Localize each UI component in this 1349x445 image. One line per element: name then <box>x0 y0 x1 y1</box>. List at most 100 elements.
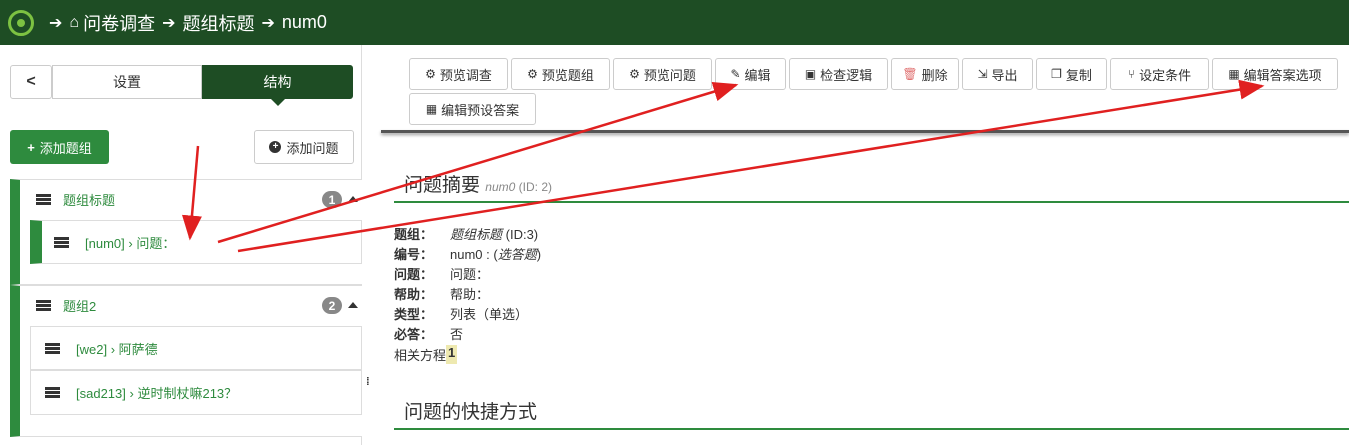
question-count-badge: 1 <box>322 191 342 208</box>
row-value: 题组标题 (ID:3) <box>450 224 538 243</box>
plus-circle-icon: + <box>269 141 282 153</box>
question-label[interactable]: [we2] › 阿萨德 <box>76 339 158 358</box>
row-value: 帮助： <box>450 287 490 302</box>
delete-button[interactable]: 🗑 删除 <box>891 58 959 90</box>
caret-up-icon[interactable] <box>348 196 358 202</box>
row-label: 编号： <box>394 247 434 262</box>
collapse-sidebar-button[interactable]: < <box>10 65 52 99</box>
preview-survey-label: 预览调查 <box>439 67 492 83</box>
edit-label: 编辑 <box>744 67 771 83</box>
preview-question-button[interactable]: ⚙ 预览问题 <box>613 58 712 90</box>
row-value: 问题： <box>450 267 490 282</box>
row-label: 类型： <box>394 307 434 322</box>
gear-icon: ⚙ <box>425 67 436 81</box>
toolbar-divider <box>381 130 1349 133</box>
question-code: [num0] <box>85 235 125 251</box>
list-item[interactable]: [sad213] › 逆时制杖嘛213？ <box>30 370 362 415</box>
summary-title-text: 问题摘要 <box>404 175 481 196</box>
sidebar: < 设置 结构 + 添加题组 + 添加问题 题组标题 1 [num0] › 问题… <box>0 45 362 445</box>
copy-icon: ❐ <box>1051 67 1062 81</box>
sidebar-resize-handle[interactable]: ⁞ <box>366 376 370 388</box>
summary-row-equation: 相关方程 1 <box>394 345 458 364</box>
grid-icon: ▦ <box>425 102 438 116</box>
row-label: 相关方程 <box>394 348 447 363</box>
check-logic-button[interactable]: ▣ 检查逻辑 <box>789 58 888 90</box>
summary-row-mandatory: 必答： 否 <box>394 324 463 343</box>
list-item[interactable]: [num0] › 问题： <box>30 220 362 264</box>
equation-value: 1 <box>446 345 458 364</box>
breadcrumb-group[interactable]: 题组标题 <box>182 10 254 36</box>
edit-answer-options-button[interactable]: ▦ 编辑答案选项 <box>1212 58 1338 90</box>
drag-handle-icon[interactable] <box>45 342 60 354</box>
preview-group-button[interactable]: ⚙ 预览题组 <box>511 58 610 90</box>
preview-survey-button[interactable]: ⚙ 预览调查 <box>409 58 508 90</box>
set-conditions-label: 设定条件 <box>1139 67 1192 83</box>
caret-up-icon[interactable] <box>348 302 358 308</box>
group-title[interactable]: 题组2 <box>63 296 96 315</box>
summary-row-type: 类型： 列表（单选） <box>394 304 528 323</box>
shortcuts-underline <box>394 428 1349 430</box>
drag-handle-icon[interactable] <box>45 387 60 398</box>
check-logic-icon: ▣ <box>804 67 817 81</box>
preview-group-label: 预览题组 <box>541 67 594 83</box>
shortcuts-title: 问题的快捷方式 <box>404 402 538 423</box>
list-item[interactable]: [we2] › 阿萨德 <box>30 326 362 370</box>
edit-default-answers-button[interactable]: ▦ 编辑预设答案 <box>409 93 536 125</box>
chevron-left-icon: < <box>26 73 36 90</box>
drag-handle-icon[interactable] <box>54 236 69 248</box>
plus-icon: + <box>27 139 35 155</box>
add-question-button[interactable]: + 添加问题 <box>254 130 354 164</box>
summary-subtitle: num0 (ID: 2) <box>485 180 552 194</box>
summary-underline <box>394 201 1349 203</box>
group-header[interactable]: 题组标题 1 <box>20 180 362 218</box>
row-label: 必答： <box>394 327 434 342</box>
preview-question-label: 预览问题 <box>643 67 696 83</box>
drag-handle-icon[interactable] <box>36 299 51 311</box>
drag-handle-icon[interactable] <box>36 193 51 205</box>
export-label: 导出 <box>991 67 1018 83</box>
export-button[interactable]: ⇲ 导出 <box>962 58 1033 90</box>
copy-button[interactable]: ❐ 复制 <box>1036 58 1107 90</box>
row-value: num0 : (选答题) <box>450 244 541 263</box>
add-group-label: 添加题组 <box>39 140 92 156</box>
tab-settings[interactable]: 设置 <box>52 65 202 99</box>
summary-row-group: 题组： 题组标题 (ID:3) <box>394 224 538 243</box>
group-header[interactable]: 题组2 2 <box>20 286 362 324</box>
row-value: 否 <box>450 327 464 342</box>
breadcrumb-arrow-icon: ➔ <box>261 14 275 32</box>
row-label: 问题： <box>394 267 434 282</box>
code-type: 选答题 <box>497 247 537 262</box>
home-icon[interactable]: ⌂ <box>69 14 79 32</box>
edit-button[interactable]: ✎ 编辑 <box>715 58 786 90</box>
question-separator: › <box>128 235 133 251</box>
summary-row-question: 问题： 问题： <box>394 264 489 283</box>
summary-row-code: 编号： num0 : (选答题) <box>394 244 541 263</box>
summary-title: 问题摘要 num0 (ID: 2) <box>404 170 552 197</box>
breadcrumb-survey[interactable]: 问卷调查 <box>83 10 155 36</box>
edit-answer-options-label: 编辑答案选项 <box>1243 67 1322 83</box>
gear-icon: ⚙ <box>527 67 538 81</box>
question-separator: › <box>129 386 134 401</box>
breadcrumb-question: num0 <box>281 12 327 32</box>
annotation-arrow-to-answer-options <box>237 79 1265 253</box>
app-logo-icon[interactable] <box>8 9 34 36</box>
grid-icon: ▦ <box>1228 67 1240 81</box>
question-group: 题组标题 1 [num0] › 问题： <box>10 179 362 285</box>
set-conditions-button[interactable]: ⑂ 设定条件 <box>1110 58 1209 90</box>
add-group-button[interactable]: + 添加题组 <box>10 130 109 164</box>
question-count-badge: 2 <box>322 297 342 314</box>
question-label[interactable]: [num0] › 问题： <box>85 233 175 252</box>
edit-default-answers-label: 编辑预设答案 <box>441 102 520 118</box>
group-title[interactable]: 题组标题 <box>63 190 115 209</box>
tab-structure[interactable]: 结构 <box>202 65 353 106</box>
row-value: 列表（单选） <box>450 307 529 322</box>
pencil-icon: ✎ <box>730 67 741 81</box>
check-logic-label: 检查逻辑 <box>820 67 873 83</box>
group-id: (ID:3) <box>505 227 539 242</box>
question-label[interactable]: [sad213] › 逆时制杖嘛213？ <box>76 383 237 402</box>
code-value: num0 : ( <box>450 247 498 262</box>
summary-code: num0 <box>485 180 516 194</box>
question-text: 问题： <box>136 235 176 251</box>
breadcrumb-arrow-icon: ➔ <box>162 14 176 32</box>
question-code: [we2] <box>76 341 108 357</box>
